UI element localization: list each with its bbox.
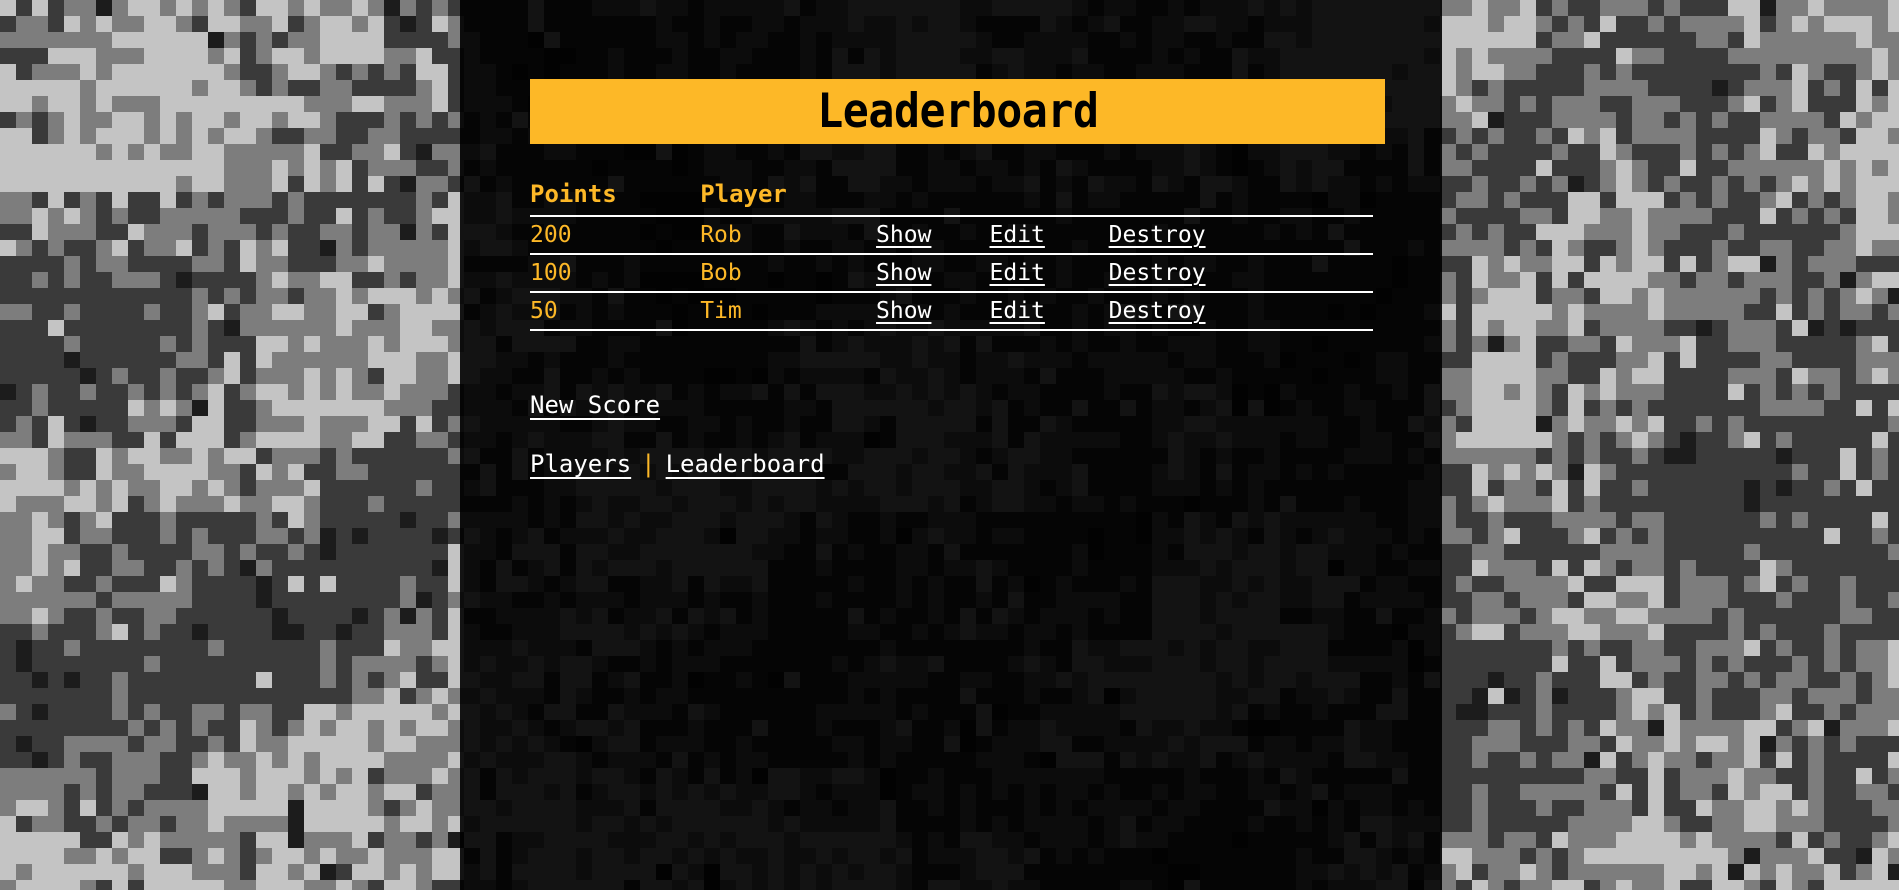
cell-show: Show bbox=[876, 292, 989, 330]
cell-player: Rob bbox=[700, 222, 742, 248]
cell-edit: Edit bbox=[990, 254, 1109, 292]
cell-show: Show bbox=[876, 254, 989, 292]
column-header-points: Points bbox=[530, 180, 617, 208]
table-row: 50 Tim Show Edit Destroy bbox=[530, 292, 1373, 330]
cell-player: Tim bbox=[700, 298, 742, 324]
table-header-row: Points Player bbox=[530, 175, 1373, 216]
footer-nav: Players | Leaderboard bbox=[530, 450, 825, 478]
nav-separator: | bbox=[641, 450, 656, 478]
edit-link[interactable]: Edit bbox=[990, 222, 1045, 248]
column-header-edit bbox=[990, 175, 1109, 216]
cell-destroy: Destroy bbox=[1109, 292, 1373, 330]
table-body: 200 Rob Show Edit Destroy 100 Bob Show Edit Destr… bbox=[530, 216, 1373, 330]
column-header-destroy bbox=[1109, 175, 1373, 216]
cell-destroy: Destroy bbox=[1109, 254, 1373, 292]
app-window: Leaderboard Points Player 200 Rob Show Edit… bbox=[0, 0, 1899, 890]
cell-edit: Edit bbox=[990, 216, 1109, 254]
new-score-link[interactable]: New Score bbox=[530, 391, 660, 419]
cell-show: Show bbox=[876, 216, 989, 254]
cell-edit: Edit bbox=[990, 292, 1109, 330]
page-title-banner: Leaderboard bbox=[530, 79, 1385, 144]
leaderboard-table: Points Player 200 Rob Show Edit Destroy 100 Bo… bbox=[530, 175, 1373, 331]
table-row: 100 Bob Show Edit Destroy bbox=[530, 254, 1373, 292]
table-head: Points Player bbox=[530, 175, 1373, 216]
nav-link-players[interactable]: Players bbox=[530, 450, 631, 478]
content-panel: Leaderboard Points Player 200 Rob Show Edit… bbox=[460, 0, 1442, 890]
cell-points: 200 bbox=[530, 222, 572, 248]
show-link[interactable]: Show bbox=[876, 222, 931, 248]
edit-link[interactable]: Edit bbox=[990, 260, 1045, 286]
column-header-show bbox=[876, 175, 989, 216]
cell-points: 100 bbox=[530, 260, 572, 286]
destroy-link[interactable]: Destroy bbox=[1109, 222, 1206, 248]
page-title: Leaderboard bbox=[816, 84, 1099, 139]
destroy-link[interactable]: Destroy bbox=[1109, 298, 1206, 324]
edit-link[interactable]: Edit bbox=[990, 298, 1045, 324]
column-header-player: Player bbox=[700, 180, 787, 208]
content-inner: Leaderboard Points Player 200 Rob Show Edit… bbox=[530, 0, 1385, 890]
destroy-link[interactable]: Destroy bbox=[1109, 260, 1206, 286]
show-link[interactable]: Show bbox=[876, 260, 931, 286]
nav-link-leaderboard[interactable]: Leaderboard bbox=[666, 450, 825, 478]
cell-player: Bob bbox=[700, 260, 742, 286]
show-link[interactable]: Show bbox=[876, 298, 931, 324]
cell-points: 50 bbox=[530, 298, 558, 324]
table-row: 200 Rob Show Edit Destroy bbox=[530, 216, 1373, 254]
cell-destroy: Destroy bbox=[1109, 216, 1373, 254]
